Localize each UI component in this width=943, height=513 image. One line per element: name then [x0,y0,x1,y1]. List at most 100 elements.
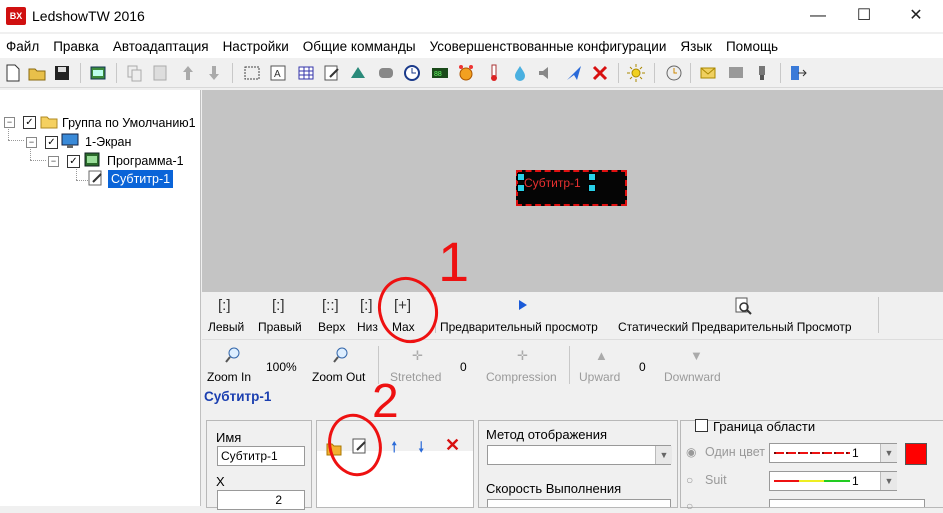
border-line-sample [774,452,850,454]
animation-icon[interactable] [348,63,368,83]
send-icon[interactable] [564,63,584,83]
led-subtitle-text: Субтитр-1 [524,176,581,190]
align-bottom-button[interactable]: [:] Низ [356,293,384,339]
tree-item-subtitle[interactable]: Субтитр-1 [108,170,174,188]
humidity-icon[interactable] [510,63,530,83]
digital-clock-icon[interactable]: 88 [430,63,450,83]
subtitle-icon[interactable] [322,63,342,83]
menu-autoadapt[interactable]: Автоадаптация [107,39,217,54]
video-icon[interactable] [376,63,396,83]
x-stepper[interactable]: 2 [217,490,305,510]
menu-file[interactable]: Файл [0,39,47,54]
chevron-down-icon[interactable]: ▼ [880,472,897,490]
suit-line-select[interactable]: 1 [769,471,897,491]
move-item-up-icon[interactable]: 🠕 [391,437,397,462]
minimize-button[interactable]: — [795,0,841,32]
subtitle-item-icon [88,170,102,186]
clock-icon[interactable] [402,63,422,83]
message-icon[interactable] [698,63,718,83]
preview-button[interactable]: Предварительный просмотр [438,293,608,339]
resize-handle[interactable] [588,173,596,181]
menu-help[interactable]: Помощь [720,39,786,54]
timer-icon[interactable] [664,63,684,83]
third-radio[interactable]: ○ [686,499,693,513]
screen-settings-icon[interactable] [726,63,746,83]
stretch-icon: ✛ [412,348,423,363]
downward-button[interactable]: Downward [664,370,721,384]
expand-group-toggle[interactable]: − [4,117,15,128]
menu-settings[interactable]: Настройки [217,39,297,54]
screen-checkbox[interactable]: ✓ [45,136,58,149]
app-logo: BX [6,7,26,25]
expand-screen-toggle[interactable]: − [26,137,37,148]
text-image-icon[interactable]: A [268,63,288,83]
position-toolbar: [:] Левый [:] Правый [::] Верх [:] Низ [… [202,293,943,340]
move-item-down-icon[interactable]: 🠗 [418,437,424,462]
close-button[interactable]: ✕ [893,0,939,32]
temperature-icon[interactable] [484,63,504,83]
program-window-icon[interactable] [88,63,108,83]
resize-handle[interactable] [588,184,596,192]
menu-edit[interactable]: Правка [47,39,107,54]
exit-icon[interactable] [788,63,808,83]
tree-item-screen[interactable]: 1-Экран [85,133,131,151]
alarm-icon[interactable] [456,63,476,83]
open-folder-icon[interactable] [27,63,47,83]
zoom-out-icon[interactable] [332,346,350,364]
single-color-radio[interactable]: ◉ [686,445,696,459]
maximize-area-label: Max [392,320,415,334]
maximize-button[interactable]: ☐ [841,0,887,32]
name-label: Имя [216,430,242,445]
align-right-icon: [:] [272,297,285,314]
tree-item-program[interactable]: Программа-1 [107,152,184,170]
maximize-area-button[interactable]: [+] Max [388,293,422,339]
align-right-button[interactable]: [:] Правый [252,293,308,339]
program-checkbox[interactable]: ✓ [67,155,80,168]
chevron-down-icon[interactable]: ▼ [880,444,897,462]
svg-text:88: 88 [434,71,442,78]
display-settings-panel: Метод отображения ▼ Скорость Выполнения [478,420,678,508]
suit-radio[interactable]: ○ [686,473,693,487]
resize-handle[interactable] [517,184,525,192]
remove-item-icon[interactable]: ✕ [445,435,460,456]
area-icon[interactable] [242,63,262,83]
edit-content-icon[interactable] [351,437,369,455]
zoom-in-button[interactable]: Zoom In [207,370,251,384]
resize-handle[interactable] [517,173,525,181]
suit-value: 1 [852,474,859,488]
upward-button[interactable]: Upward [579,370,620,384]
menu-bar: Файл Правка Автоадаптация Настройки Общи… [0,34,943,58]
usb-icon[interactable] [752,63,772,83]
compression-icon: ✛ [517,348,528,363]
name-input[interactable]: Субтитр-1 [217,446,305,466]
zoom-level-value: 100% [266,360,297,374]
monitor-icon [61,133,79,148]
single-color-line-select[interactable]: 1 [769,443,897,463]
static-preview-button[interactable]: Статический Предварительный Просмотр [616,293,878,339]
align-bottom-icon: [:] [360,297,373,314]
save-icon[interactable] [52,63,72,83]
zoom-out-button[interactable]: Zoom Out [312,370,365,384]
align-left-button[interactable]: [:] Левый [202,293,246,339]
group-checkbox[interactable]: ✓ [23,116,36,129]
delete-icon[interactable] [590,63,610,83]
display-method-select[interactable] [487,445,671,465]
expand-program-toggle[interactable]: − [48,156,59,167]
align-top-button[interactable]: [::] Верх [314,293,354,339]
compression-button[interactable]: Compression [486,370,557,384]
border-color-swatch[interactable] [905,443,927,465]
zoom-in-icon[interactable] [224,346,242,364]
brightness-icon[interactable] [626,63,646,83]
menu-advanced-config[interactable]: Усовершенствованные конфигурации [424,39,675,54]
border-checkbox[interactable] [695,419,708,432]
open-content-icon[interactable] [325,439,343,457]
new-file-icon[interactable] [3,63,23,83]
preview-label: Предварительный просмотр [440,320,598,334]
table-icon[interactable] [296,63,316,83]
sound-icon[interactable] [536,63,556,83]
chevron-down-icon[interactable]: ▼ [655,446,672,464]
menu-language[interactable]: Язык [674,39,720,54]
tree-item-group[interactable]: Группа по Умолчанию1 [62,114,196,132]
menu-common-commands[interactable]: Общие комманды [297,39,424,54]
align-top-label: Верх [318,320,346,334]
